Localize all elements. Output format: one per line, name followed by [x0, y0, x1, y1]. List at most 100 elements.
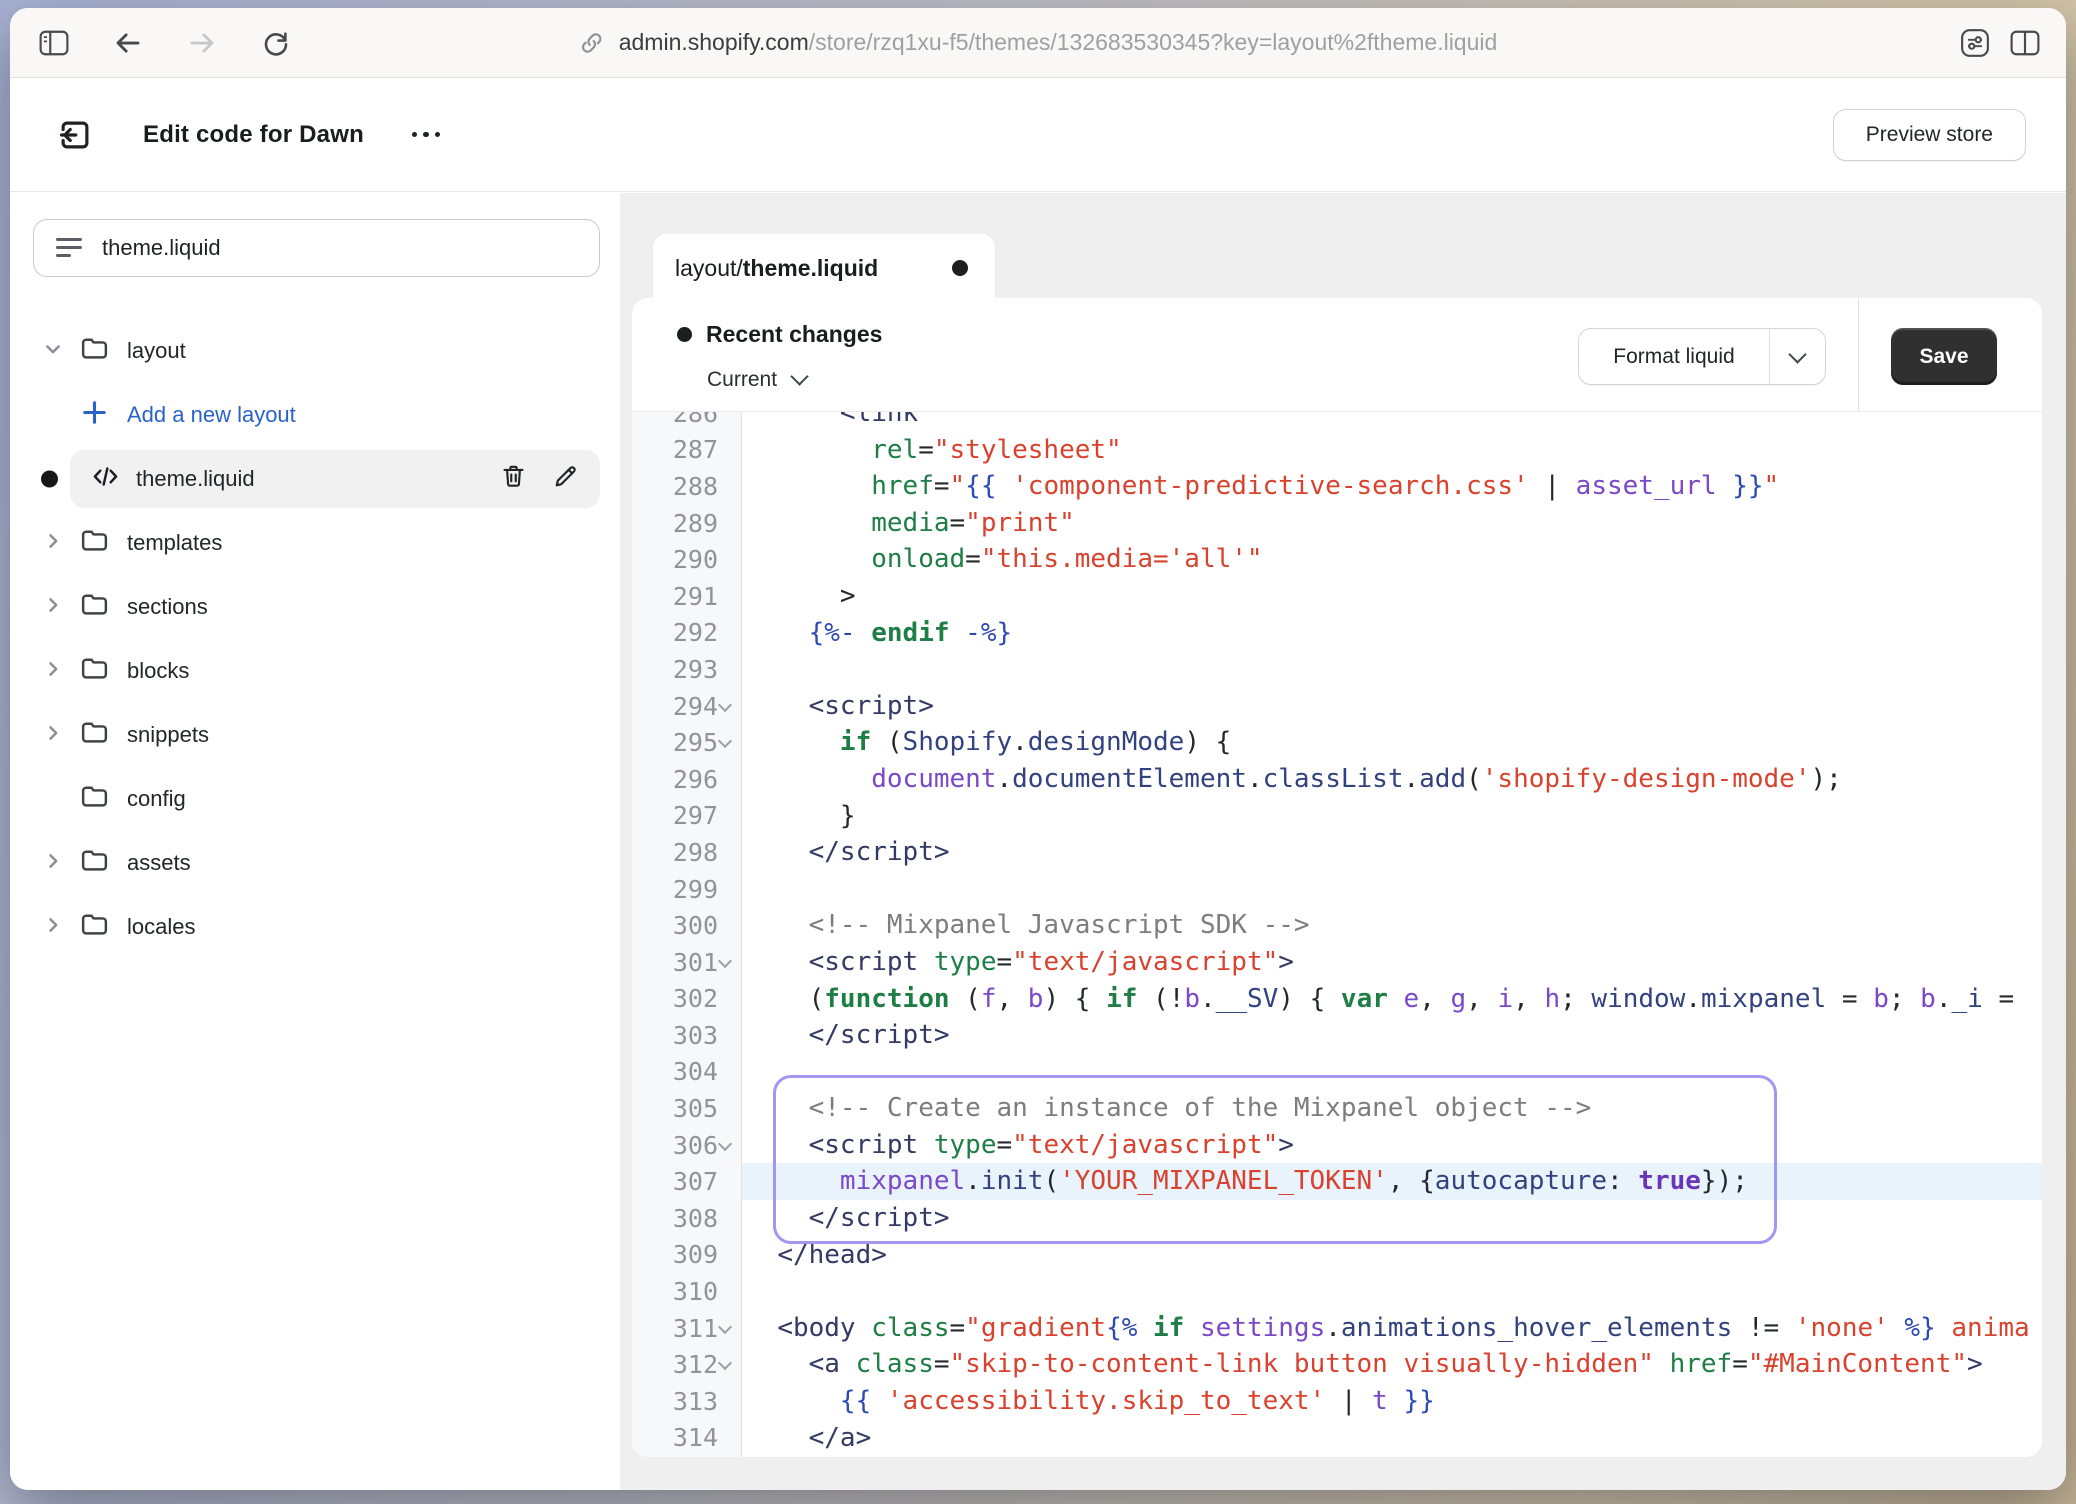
code-line-311[interactable]: <body class="gradient{% if settings.anim… [742, 1310, 2042, 1347]
code-line-289[interactable]: media="print" [742, 505, 2042, 542]
code-line-314[interactable]: </a> [742, 1420, 2042, 1457]
chevron-right-icon[interactable] [43, 915, 63, 940]
format-liquid-button[interactable]: Format liquid [1579, 329, 1769, 384]
sidebar-folder-blocks[interactable]: blocks [10, 639, 620, 703]
chevron-right-icon[interactable] [43, 531, 63, 556]
code-line-308[interactable]: </script> [742, 1200, 2042, 1237]
editor-toolbar: Recent changes Current Format liquid Sav… [632, 298, 2042, 411]
code-line-304[interactable] [742, 1054, 2042, 1091]
code-line-290[interactable]: onload="this.media='all'" [742, 541, 2042, 578]
fold-chevron-icon[interactable] [718, 700, 731, 713]
chevron-right-icon[interactable] [43, 851, 63, 876]
url-path: /store/rzq1xu-f5/themes/132683530345?key… [809, 29, 1498, 55]
code-line-288[interactable]: href="{{ 'component-predictive-search.cs… [742, 468, 2042, 505]
code-line-310[interactable] [742, 1273, 2042, 1310]
version-dropdown[interactable]: Current [707, 368, 806, 392]
code-editor[interactable]: 2862872882892902912922932942952962972982… [632, 411, 2042, 1457]
fold-chevron-icon[interactable] [718, 1139, 731, 1152]
folder-icon [79, 717, 110, 753]
code-line-293[interactable] [742, 651, 2042, 688]
line-number-305: 305 [632, 1090, 741, 1127]
code-line-312[interactable]: <a class="skip-to-content-link button vi… [742, 1346, 2042, 1383]
sidebar-folder-templates[interactable]: templates [10, 511, 620, 575]
split-view-icon[interactable] [2004, 25, 2046, 61]
code-line-294[interactable]: <script> [742, 688, 2042, 725]
page-settings-icon[interactable] [1954, 25, 1996, 61]
sidebar-folder-layout[interactable]: layout [10, 319, 620, 383]
file-search-input[interactable] [102, 235, 599, 261]
selected-file-pill[interactable]: theme.liquid [70, 450, 600, 508]
chevron-right-icon[interactable] [43, 595, 63, 620]
format-liquid-dropdown[interactable] [1769, 329, 1825, 384]
code-line-309[interactable]: </head> [742, 1237, 2042, 1274]
code-column[interactable]: <link rel="stylesheet" href="{{ 'compone… [742, 412, 2042, 1457]
pencil-icon[interactable] [552, 463, 579, 495]
recent-changes-label: Recent changes [706, 321, 882, 348]
folder-icon [79, 909, 110, 945]
editor-tab[interactable]: layout/theme.liquid [653, 234, 995, 302]
code-line-305[interactable]: <!-- Create an instance of the Mixpanel … [742, 1090, 2042, 1127]
sidebar-folder-sections[interactable]: sections [10, 575, 620, 639]
preview-store-button[interactable]: Preview store [1833, 109, 2026, 161]
sidebar-folder-snippets[interactable]: snippets [10, 703, 620, 767]
code-line-303[interactable]: </script> [742, 1017, 2042, 1054]
back-icon[interactable] [110, 25, 146, 61]
save-button[interactable]: Save [1891, 328, 1997, 385]
sidebar-toggle-icon[interactable] [36, 25, 72, 61]
delete-file-button[interactable] [498, 464, 528, 494]
code-line-291[interactable]: > [742, 578, 2042, 615]
chevron-right-icon[interactable] [43, 659, 63, 684]
line-number-299: 299 [632, 871, 741, 908]
fold-chevron-icon[interactable] [718, 1322, 731, 1335]
code-line-299[interactable] [742, 871, 2042, 908]
code-line-307[interactable]: mixpanel.init('YOUR_MIXPANEL_TOKEN', {au… [742, 1163, 2042, 1200]
fold-chevron-icon[interactable] [718, 956, 731, 969]
unsaved-dot [677, 327, 692, 342]
reload-icon[interactable] [258, 25, 294, 61]
toolbar-divider [1858, 298, 1859, 411]
code-line-297[interactable]: } [742, 798, 2042, 835]
code-line-286[interactable]: <link [742, 412, 2042, 432]
sidebar-folder-config[interactable]: config [10, 767, 620, 831]
code-line-298[interactable]: </script> [742, 834, 2042, 871]
address-bar[interactable]: admin.shopify.com/store/rzq1xu-f5/themes… [579, 8, 1498, 77]
code-line-296[interactable]: document.documentElement.classList.add('… [742, 761, 2042, 798]
overflow-menu-icon[interactable] [402, 122, 451, 148]
line-number-303: 303 [632, 1017, 741, 1054]
sidebar-folder-locales[interactable]: locales [10, 895, 620, 959]
file-tree: layout Add a new layouttheme.liquid templa… [10, 319, 620, 959]
line-number-304: 304 [632, 1054, 741, 1091]
app-header: Edit code for Dawn Preview store [10, 78, 2066, 192]
code-line-302[interactable]: (function (f, b) { if (!b.__SV) { var e,… [742, 981, 2042, 1018]
code-line-292[interactable]: {%- endif -%} [742, 615, 2042, 652]
line-number-309: 309 [632, 1237, 741, 1274]
line-number-298: 298 [632, 834, 741, 871]
sidebar-folder-assets[interactable]: assets [10, 831, 620, 895]
folder-label: layout [127, 338, 186, 364]
forward-icon[interactable] [184, 25, 220, 61]
sidebar-file-theme.liquid[interactable]: theme.liquid [10, 447, 620, 511]
folder-icon [79, 845, 110, 881]
filter-icon [56, 237, 84, 259]
line-number-300: 300 [632, 907, 741, 944]
chevron-down-icon[interactable] [43, 339, 63, 364]
sidebar-action-add-layout[interactable]: Add a new layout [10, 383, 620, 447]
line-number-302: 302 [632, 981, 741, 1018]
code-line-313[interactable]: {{ 'accessibility.skip_to_text' | t }} [742, 1383, 2042, 1420]
exit-icon[interactable] [55, 115, 95, 155]
trash-icon[interactable] [500, 463, 527, 495]
code-line-287[interactable]: rel="stylesheet" [742, 432, 2042, 469]
code-line-300[interactable]: <!-- Mixpanel Javascript SDK --> [742, 907, 2042, 944]
code-line-295[interactable]: if (Shopify.designMode) { [742, 724, 2042, 761]
rename-file-button[interactable] [550, 464, 580, 494]
code-line-306[interactable]: <script type="text/javascript"> [742, 1127, 2042, 1164]
fold-chevron-icon[interactable] [718, 1358, 731, 1371]
folder-label: templates [127, 530, 222, 556]
file-search[interactable] [33, 219, 600, 277]
file-sidebar: layout Add a new layouttheme.liquid templa… [10, 193, 620, 1490]
chevron-right-icon[interactable] [43, 723, 63, 748]
line-number-294: 294 [632, 688, 741, 725]
code-line-301[interactable]: <script type="text/javascript"> [742, 944, 2042, 981]
fold-chevron-icon[interactable] [718, 736, 731, 749]
line-number-312: 312 [632, 1346, 741, 1383]
